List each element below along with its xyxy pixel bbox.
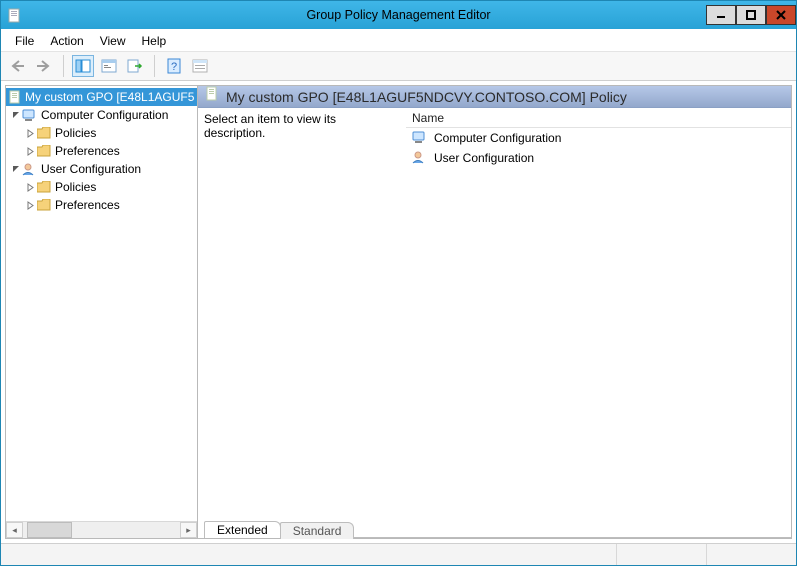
- menu-file[interactable]: File: [7, 32, 42, 50]
- horizontal-scrollbar[interactable]: ◂ ▸: [6, 521, 197, 538]
- app-icon: [7, 7, 23, 23]
- close-button[interactable]: [766, 5, 796, 25]
- menu-view[interactable]: View: [92, 32, 134, 50]
- tree-user-policies[interactable]: Policies: [6, 178, 197, 196]
- expand-icon[interactable]: [24, 129, 36, 138]
- user-icon: [412, 150, 428, 167]
- details-pane: My custom GPO [E48L1AGUF5NDCVY.CONTOSO.C…: [198, 86, 791, 538]
- folder-icon: [36, 197, 52, 213]
- list-item-user-config[interactable]: User Configuration: [406, 148, 791, 168]
- scroll-thumb[interactable]: [27, 522, 72, 538]
- status-cell: [706, 544, 796, 565]
- titlebar[interactable]: Group Policy Management Editor: [1, 1, 796, 29]
- tab-strip: Extended Standard: [198, 516, 791, 538]
- status-cell: [1, 544, 616, 565]
- tree-pane: My custom GPO [E48L1AGUF5NDCVY.CONTOSO.C…: [6, 86, 198, 538]
- scroll-icon: [8, 89, 22, 105]
- maximize-button[interactable]: [736, 5, 766, 25]
- tab-standard[interactable]: Standard: [280, 522, 355, 539]
- menu-action[interactable]: Action: [42, 32, 91, 50]
- scroll-icon: [204, 86, 220, 107]
- tree-user-config[interactable]: User Configuration: [6, 160, 197, 178]
- separator-icon: [63, 55, 64, 77]
- list-item-label: Computer Configuration: [434, 131, 561, 145]
- scroll-track[interactable]: [23, 522, 180, 538]
- app-window: Group Policy Management Editor File Acti…: [0, 0, 797, 566]
- content-area: My custom GPO [E48L1AGUF5NDCVY.CONTOSO.C…: [5, 85, 792, 539]
- collapse-icon[interactable]: [10, 111, 22, 120]
- back-button[interactable]: [7, 55, 29, 77]
- details-title: My custom GPO [E48L1AGUF5NDCVY.CONTOSO.C…: [226, 89, 627, 105]
- tab-label: Extended: [217, 523, 268, 537]
- tree-label: Computer Configuration: [41, 108, 168, 122]
- tree-view[interactable]: My custom GPO [E48L1AGUF5NDCVY.CONTOSO.C…: [6, 86, 197, 521]
- list-item-label: User Configuration: [434, 151, 534, 165]
- separator-icon: [154, 55, 155, 77]
- tree-label: User Configuration: [41, 162, 141, 176]
- list-item-computer-config[interactable]: Computer Configuration: [406, 128, 791, 148]
- tree-label: Preferences: [55, 198, 120, 212]
- statusbar: [1, 543, 796, 565]
- menu-help[interactable]: Help: [134, 32, 175, 50]
- column-header-name[interactable]: Name: [406, 108, 791, 128]
- svg-text:?: ?: [171, 61, 177, 73]
- expand-icon[interactable]: [24, 183, 36, 192]
- tab-label: Standard: [293, 524, 342, 538]
- computer-icon: [412, 130, 428, 147]
- window-controls: [706, 5, 796, 25]
- tree-computer-config[interactable]: Computer Configuration: [6, 106, 197, 124]
- expand-icon[interactable]: [24, 147, 36, 156]
- window-title: Group Policy Management Editor: [1, 8, 796, 22]
- list-column: Name Computer Configuration User Configu…: [406, 108, 791, 516]
- folder-icon: [36, 143, 52, 159]
- tree-comp-policies[interactable]: Policies: [6, 124, 197, 142]
- details-body: Select an item to view its description. …: [198, 108, 791, 516]
- description-column: Select an item to view its description.: [198, 108, 406, 516]
- show-tree-button[interactable]: [72, 55, 94, 77]
- help-button[interactable]: ?: [163, 55, 185, 77]
- tree-root-label: My custom GPO [E48L1AGUF5NDCVY.CONTOSO.C…: [25, 90, 195, 104]
- tree-comp-preferences[interactable]: Preferences: [6, 142, 197, 160]
- properties-button[interactable]: [98, 55, 120, 77]
- description-prompt: Select an item to view its description.: [204, 112, 336, 140]
- folder-icon: [36, 179, 52, 195]
- tree-label: Preferences: [55, 144, 120, 158]
- toolbar: ?: [1, 51, 796, 81]
- user-icon: [22, 161, 38, 177]
- expand-icon[interactable]: [24, 201, 36, 210]
- tree-user-preferences[interactable]: Preferences: [6, 196, 197, 214]
- tab-extended[interactable]: Extended: [204, 521, 281, 538]
- export-button[interactable]: [124, 55, 146, 77]
- menubar: File Action View Help: [1, 29, 796, 51]
- tree-label: Policies: [55, 126, 96, 140]
- scroll-left-button[interactable]: ◂: [6, 522, 23, 538]
- collapse-icon[interactable]: [10, 165, 22, 174]
- folder-icon: [36, 125, 52, 141]
- tab-baseline: [353, 537, 791, 538]
- column-header-label: Name: [412, 111, 444, 125]
- tree-label: Policies: [55, 180, 96, 194]
- filter-button[interactable]: [189, 55, 211, 77]
- scroll-right-button[interactable]: ▸: [180, 522, 197, 538]
- forward-button[interactable]: [33, 55, 55, 77]
- status-cell: [616, 544, 706, 565]
- tree-root[interactable]: My custom GPO [E48L1AGUF5NDCVY.CONTOSO.C…: [6, 88, 197, 106]
- minimize-button[interactable]: [706, 5, 736, 25]
- computer-icon: [22, 107, 38, 123]
- details-header: My custom GPO [E48L1AGUF5NDCVY.CONTOSO.C…: [198, 86, 791, 108]
